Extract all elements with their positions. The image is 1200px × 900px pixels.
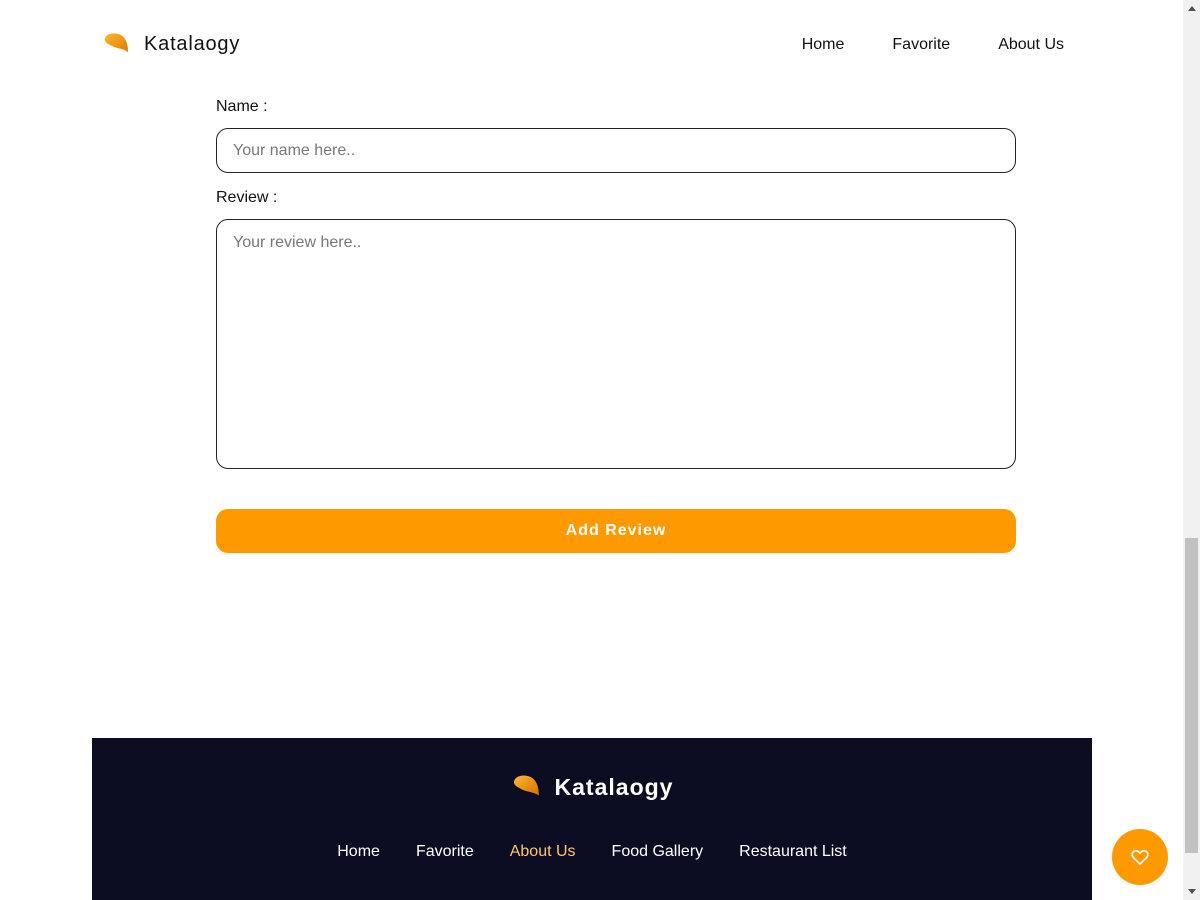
footer-nav-home[interactable]: Home bbox=[337, 843, 380, 861]
footer-nav: Home Favorite About Us Food Gallery Rest… bbox=[92, 843, 1092, 861]
vertical-scrollbar[interactable] bbox=[1183, 0, 1200, 900]
review-textarea[interactable] bbox=[216, 219, 1016, 469]
scrollbar-thumb[interactable] bbox=[1185, 538, 1198, 853]
nav-favorite[interactable]: Favorite bbox=[892, 36, 950, 54]
footer-brand-name: Katalaogy bbox=[554, 773, 674, 800]
footer: Katalaogy Home Favorite About Us Food Ga… bbox=[92, 738, 1092, 900]
review-label: Review : bbox=[216, 189, 278, 206]
footer-brand[interactable]: Katalaogy bbox=[92, 772, 1092, 802]
brand-name: Katalaogy bbox=[144, 32, 241, 55]
nav-about-us[interactable]: About Us bbox=[998, 36, 1064, 54]
review-form: Name : Review : Add Review bbox=[216, 96, 1016, 553]
footer-nav-favorite[interactable]: Favorite bbox=[416, 843, 474, 861]
name-input[interactable] bbox=[216, 128, 1016, 173]
name-label: Name : bbox=[216, 98, 268, 115]
footer-nav-about-us[interactable]: About Us bbox=[510, 843, 576, 861]
footer-nav-restaurant-list[interactable]: Restaurant List bbox=[739, 843, 847, 861]
heart-icon bbox=[1131, 849, 1149, 865]
scroll-down-arrow-icon[interactable] bbox=[1183, 883, 1200, 900]
add-review-button[interactable]: Add Review bbox=[216, 509, 1016, 553]
logo-icon bbox=[513, 775, 539, 796]
brand[interactable]: Katalaogy bbox=[102, 30, 240, 58]
page: Katalaogy Home Favorite About Us Name : … bbox=[0, 0, 1200, 900]
header: Katalaogy Home Favorite About Us bbox=[92, 0, 1092, 92]
scroll-up-arrow-icon[interactable] bbox=[1183, 0, 1200, 17]
footer-nav-food-gallery[interactable]: Food Gallery bbox=[612, 843, 704, 861]
main-nav: Home Favorite About Us bbox=[802, 36, 1064, 54]
favorite-fab-button[interactable] bbox=[1112, 829, 1168, 885]
logo-icon bbox=[104, 33, 128, 52]
nav-home[interactable]: Home bbox=[802, 36, 845, 54]
